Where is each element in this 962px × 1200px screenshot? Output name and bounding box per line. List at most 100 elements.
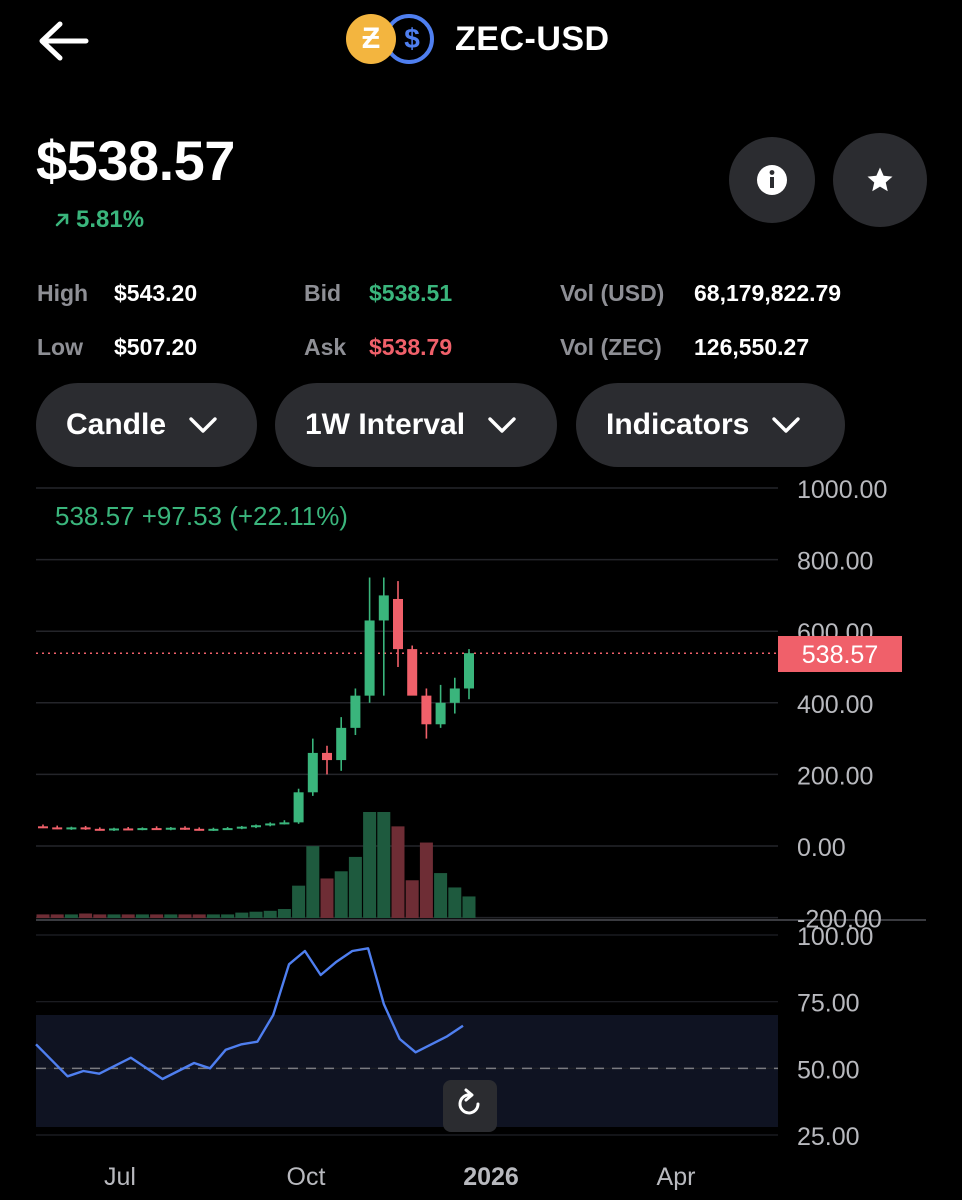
- candle-body: [123, 828, 134, 831]
- reset-zoom-button[interactable]: [443, 1080, 497, 1132]
- candle-body: [393, 598, 403, 650]
- volume-bar: [164, 914, 178, 918]
- star-icon: [867, 167, 893, 192]
- arrow-up-right-icon: [55, 213, 69, 227]
- low-label: Low: [37, 334, 83, 360]
- volume-bar: [150, 914, 164, 918]
- candle-body: [449, 688, 460, 703]
- candle-body: [66, 827, 77, 830]
- price-change-value: 5.81%: [76, 206, 145, 233]
- reset-button-bg[interactable]: [443, 1080, 497, 1132]
- volume-bar: [79, 913, 93, 918]
- bid-value: $538.51: [369, 280, 453, 306]
- indicators-dropdown[interactable]: Indicators: [576, 383, 845, 467]
- volume-bar: [334, 871, 348, 918]
- pair-icons: $ Ƶ: [346, 14, 438, 68]
- candle-body: [194, 828, 205, 831]
- price-change: 5.81%: [54, 206, 144, 234]
- price-chart[interactable]: 1000.00800.00600.00400.00200.000.00-200.…: [0, 480, 962, 1200]
- candle-body: [407, 649, 418, 696]
- candle-body: [279, 822, 290, 825]
- candle-body: [293, 792, 304, 823]
- ask-value: $538.79: [369, 334, 453, 360]
- top-bar: $ Ƶ ZEC-USD: [0, 0, 962, 82]
- current-price: $538.57: [36, 129, 235, 192]
- price-axis-label: 400.00: [797, 691, 873, 719]
- volume-bar: [64, 914, 78, 918]
- candle-body: [52, 827, 63, 830]
- candle-body: [435, 702, 446, 725]
- price-axis-label: 1000.00: [797, 480, 887, 504]
- candle-body: [165, 827, 176, 830]
- candle-body: [109, 828, 119, 831]
- candle-body: [378, 595, 389, 621]
- candle-body: [421, 695, 432, 725]
- interval-label: 1W Interval: [305, 408, 466, 441]
- favorite-button[interactable]: [833, 133, 927, 227]
- candlesticks: [38, 577, 474, 831]
- rsi-axis-label: 25.00: [797, 1123, 860, 1151]
- price-axis-label: 800.00: [797, 548, 873, 576]
- volume-bar: [221, 914, 235, 918]
- volume-bar: [277, 909, 291, 918]
- candle-body: [180, 827, 190, 830]
- volume-bar: [235, 912, 249, 918]
- volume-bar: [377, 812, 391, 918]
- volume-bar: [263, 910, 277, 918]
- volume-bar: [363, 812, 377, 918]
- volume-bar: [292, 885, 306, 918]
- volume-bar: [135, 914, 149, 918]
- candle-body: [137, 828, 148, 831]
- time-axis-label: 2026: [463, 1163, 519, 1191]
- candle-body: [350, 695, 361, 728]
- candle-body: [222, 828, 233, 831]
- vol-usd-value: 68,179,822.79: [694, 280, 842, 306]
- volume-bar: [50, 914, 64, 918]
- low-value: $507.20: [114, 334, 198, 360]
- volume-bar: [192, 914, 206, 918]
- back-button[interactable]: [36, 18, 90, 64]
- candle-body: [38, 826, 48, 829]
- volume-bar: [121, 914, 135, 918]
- chevron-down-icon: [772, 417, 801, 433]
- volume-bar: [206, 914, 220, 918]
- vol-usd-label: Vol (USD): [560, 280, 665, 306]
- price-axis-label: 200.00: [797, 762, 873, 790]
- candle-body: [464, 653, 474, 689]
- price-tag-label: 538.57: [802, 641, 878, 669]
- chart-type-dropdown[interactable]: Candle: [36, 383, 257, 467]
- candle-body: [336, 727, 347, 761]
- rsi-axis-label: 50.00: [797, 1056, 860, 1084]
- interval-dropdown[interactable]: 1W Interval: [275, 383, 557, 467]
- chevron-down-icon: [488, 417, 516, 433]
- volume-bar: [405, 880, 419, 918]
- current-price-tag: 538.57: [778, 636, 902, 672]
- rsi-axis-label: 75.00: [797, 990, 860, 1018]
- candle-body: [80, 827, 91, 830]
- candle-body: [208, 828, 219, 831]
- indicators-label: Indicators: [606, 408, 750, 441]
- rsi-axis-label: 100.00: [797, 923, 873, 951]
- volume-bar: [249, 911, 263, 918]
- chart-type-label: Candle: [66, 408, 167, 441]
- volume-bar: [93, 914, 107, 918]
- time-axis-label: Oct: [287, 1163, 326, 1191]
- volume-bar: [306, 846, 320, 918]
- rsi-band: [36, 1015, 778, 1127]
- high-value: $543.20: [114, 280, 198, 306]
- ask-label: Ask: [304, 334, 347, 360]
- info-icon: [757, 165, 787, 195]
- volume-bar: [391, 826, 405, 918]
- vol-zec-value: 126,550.27: [694, 334, 810, 360]
- bid-label: Bid: [304, 280, 342, 306]
- candle-body: [236, 826, 247, 829]
- back-arrow-icon: [39, 21, 89, 61]
- time-axis-label: Jul: [104, 1163, 136, 1191]
- candle-body: [364, 620, 375, 696]
- info-button[interactable]: [729, 137, 815, 223]
- vol-zec-label: Vol (ZEC): [560, 334, 662, 360]
- chart-grid: [36, 487, 926, 921]
- volume-bar: [462, 896, 476, 918]
- candle-body: [151, 828, 162, 831]
- chart-legend: 538.57 +97.53 (+22.11%): [55, 501, 348, 531]
